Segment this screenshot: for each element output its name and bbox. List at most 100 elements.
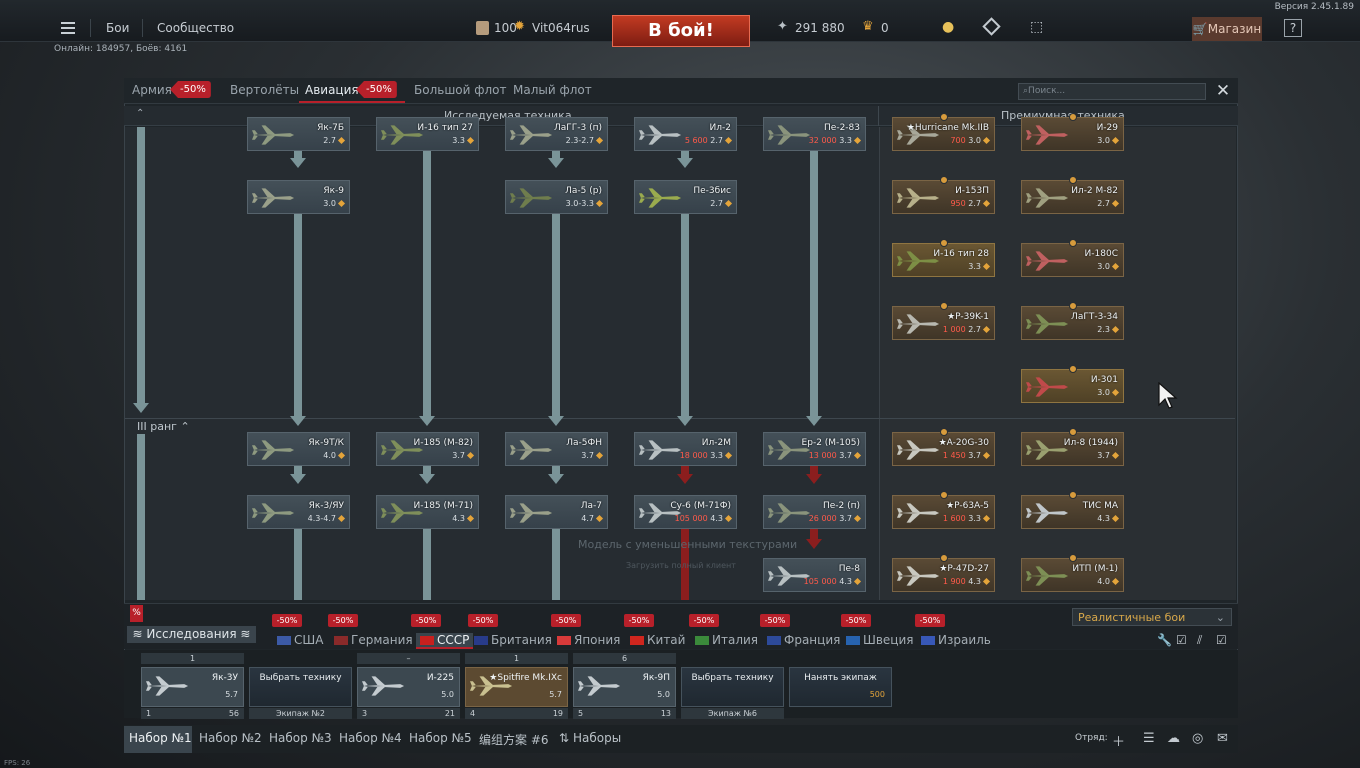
tab-helicopters[interactable]: Вертолёты <box>230 83 299 97</box>
vehicle-card[interactable]: Як-9 3.0 <box>247 180 350 214</box>
vehicle-card[interactable]: Пе-2 (п) 26 000 3.7 <box>763 495 866 529</box>
search-input[interactable]: ⌕Поиск... <box>1018 83 1206 100</box>
tab-army[interactable]: Армия <box>132 83 172 97</box>
mask-icon[interactable] <box>982 17 1001 36</box>
list-icon[interactable]: ☰ <box>1143 731 1155 746</box>
vehicle-name: ★P-63A-5 <box>946 501 989 511</box>
tab-nation[interactable]: Британия <box>474 633 552 647</box>
battle-rating: 105 000 4.3 <box>675 514 733 523</box>
wrench-icon[interactable]: 🔧 <box>1157 633 1172 647</box>
battles-menu[interactable]: Бои <box>106 21 129 35</box>
vehicle-card[interactable]: Ер-2 (М-105) 13 000 3.7 <box>763 432 866 466</box>
vehicle-card[interactable]: Ил-2 М-82 2.7 <box>1021 176 1124 214</box>
game-mode-select[interactable]: Реалистичные бои ⌄ <box>1072 608 1232 626</box>
vehicle-card[interactable]: ★P-39K-1 1 000 2.7 <box>892 302 995 340</box>
vehicle-card[interactable]: ТИС МА 4.3 <box>1021 491 1124 529</box>
crew-slot-empty[interactable]: Нанять экипаж 500 <box>789 667 892 707</box>
vehicle-price: 5 600 <box>684 136 708 145</box>
preset-tab[interactable]: Набор №3 <box>269 731 332 745</box>
close-icon[interactable]: ✕ <box>1214 82 1232 100</box>
preset-tab[interactable]: Набор №4 <box>339 731 402 745</box>
preset-tab[interactable]: Набор №5 <box>409 731 472 745</box>
tab-nation[interactable]: Швеция <box>846 633 913 647</box>
vehicle-card[interactable]: И-16 тип 27 3.3 <box>376 117 479 151</box>
vehicle-card[interactable]: ЛаГТ-3-34 2.3 <box>1021 302 1124 340</box>
checkmark-icon[interactable]: ☑ <box>1176 633 1187 647</box>
vehicle-card[interactable]: Як-7Б 2.7 <box>247 117 350 151</box>
mail-icon[interactable]: ✉ <box>1217 731 1228 746</box>
vehicle-name: Ла-7 <box>580 501 602 511</box>
preset-tab[interactable]: Набор №1 <box>129 731 192 745</box>
vehicle-card[interactable]: И-29 3.0 <box>1021 113 1124 151</box>
vehicle-card[interactable]: Пе-2-83 32 000 3.3 <box>763 117 866 151</box>
battle-rating-value: 3.0 <box>1097 388 1110 397</box>
vehicle-card[interactable]: ЛаГГ-3 (п) 2.3-2.7 <box>505 117 608 151</box>
vehicle-card[interactable]: Як-3/ЯУ 4.3-4.7 <box>247 495 350 529</box>
squad-icon[interactable]: ☁ <box>1167 731 1180 746</box>
preset-tab[interactable]: Набор №2 <box>199 731 262 745</box>
silver-lions-balance[interactable]: 291 880 <box>795 21 845 35</box>
username[interactable]: Vit064rus <box>532 21 590 35</box>
lightbulb-icon[interactable]: ● <box>942 19 954 35</box>
vehicle-card[interactable]: Пе-3бис 2.7 <box>634 180 737 214</box>
vehicle-card[interactable]: И-153П 950 2.7 <box>892 176 995 214</box>
preset-tab[interactable]: 编组方案 #6 <box>479 731 549 748</box>
checkmark-icon[interactable]: ☑ <box>1216 633 1227 647</box>
vehicle-card[interactable]: Ил-8 (1944) 3.7 <box>1021 428 1124 466</box>
vehicle-card[interactable]: Пе-8 105 000 4.3 <box>763 558 866 592</box>
collapse-icon[interactable]: ⌃ <box>136 108 144 119</box>
to-battle-button[interactable]: В бой! <box>612 15 750 47</box>
hamburger-icon[interactable] <box>61 22 75 34</box>
vehicle-card[interactable]: И-185 (М-82) 3.7 <box>376 432 479 466</box>
vehicle-card[interactable]: Ил-2 5 600 2.7 <box>634 117 737 151</box>
crew-slot[interactable]: Як-3У 5.7 <box>141 667 244 707</box>
tab-nation[interactable]: СССР <box>416 633 474 649</box>
tab-nation[interactable]: Китай <box>630 633 685 647</box>
vehicle-card[interactable]: И-301 3.0 <box>1021 365 1124 403</box>
vehicle-card[interactable]: ★A-20G-30 1 450 3.7 <box>892 428 995 466</box>
vehicle-card[interactable]: И-16 тип 28 3.3 <box>892 239 995 277</box>
vehicle-price: 700 <box>950 136 966 145</box>
tab-bluewater-fleet[interactable]: Большой флот <box>414 83 507 97</box>
vehicle-card[interactable]: Ла-5ФН 3.7 <box>505 432 608 466</box>
vehicle-card[interactable]: ★P-63A-5 1 600 3.3 <box>892 491 995 529</box>
ticket-icon[interactable]: ⬚ <box>1030 19 1043 35</box>
vehicle-card[interactable]: ★Hurricane Mk.IIB 700 3.0 <box>892 113 995 151</box>
vehicle-card[interactable]: Ла-7 4.7 <box>505 495 608 529</box>
rank-label[interactable]: III ранг ⌃ <box>137 420 190 433</box>
vehicle-card[interactable]: Су-6 (М-71Ф) 105 000 4.3 <box>634 495 737 529</box>
crew-slot-empty[interactable]: Выбрать технику <box>681 667 784 707</box>
chat-icon[interactable]: ◎ <box>1192 731 1203 746</box>
tab-aviation[interactable]: Авиация <box>305 83 359 97</box>
vehicle-card[interactable]: Ил-2М 18 000 3.3 <box>634 432 737 466</box>
stripes-icon[interactable]: ⫽ <box>1197 633 1202 648</box>
profile-avatar-icon[interactable] <box>476 21 489 35</box>
golden-eagles-balance[interactable]: 0 <box>881 21 889 35</box>
vehicle-card[interactable]: И-180С 3.0 <box>1021 239 1124 277</box>
vehicle-card[interactable]: Як-9Т/К 4.0 <box>247 432 350 466</box>
tab-nation[interactable]: Италия <box>695 633 758 647</box>
tab-nation[interactable]: США <box>277 633 323 647</box>
tab-nation[interactable]: Япония <box>557 633 620 647</box>
online-stats: Онлайн: 184957, Боёв: 4161 <box>54 44 188 54</box>
community-menu[interactable]: Сообщество <box>157 21 234 35</box>
discount-flag-icon[interactable]: % <box>130 605 143 622</box>
tab-nation[interactable]: Франция <box>767 633 840 647</box>
watermark-link[interactable]: Загрузить полный клиент <box>626 561 736 570</box>
plus-icon[interactable]: ＋ <box>1112 731 1125 750</box>
tab-nation[interactable]: Германия <box>334 633 413 647</box>
vehicle-card[interactable]: ИТП (М-1) 4.0 <box>1021 554 1124 592</box>
research-button[interactable]: ≋ Исследования ≋ <box>127 626 256 643</box>
presets-button[interactable]: Наборы <box>573 731 621 745</box>
tab-nation[interactable]: Израиль <box>921 633 991 647</box>
shop-button[interactable]: 🛒Магазин <box>1192 17 1262 41</box>
tab-coastal-fleet[interactable]: Малый флот <box>513 83 592 97</box>
crew-slot[interactable]: Як-9П 5.0 <box>573 667 676 707</box>
crew-slot[interactable]: И-225 5.0 <box>357 667 460 707</box>
crew-slot[interactable]: ★Spitfire Mk.IXc 5.7 <box>465 667 568 707</box>
vehicle-card[interactable]: И-185 (М-71) 4.3 <box>376 495 479 529</box>
crew-slot-empty[interactable]: Выбрать технику <box>249 667 352 707</box>
vehicle-card[interactable]: Ла-5 (р) 3.0-3.3 <box>505 180 608 214</box>
help-button[interactable]: ? <box>1284 19 1302 37</box>
vehicle-card[interactable]: ★P-47D-27 1 900 4.3 <box>892 554 995 592</box>
